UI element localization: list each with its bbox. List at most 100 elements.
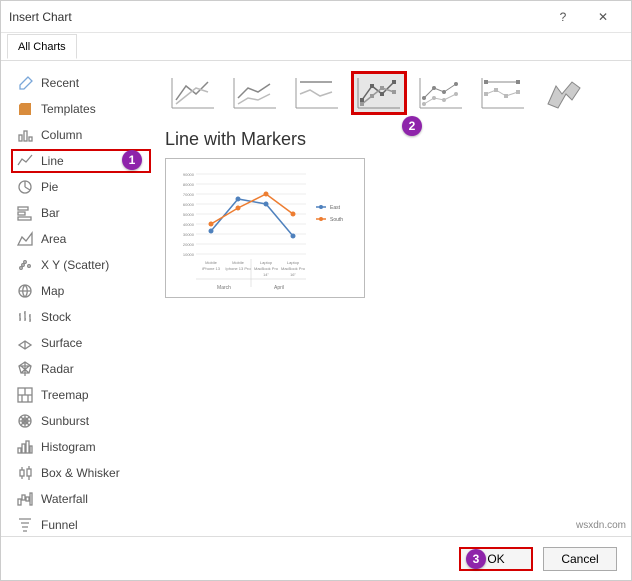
svg-text:80000: 80000 [183, 182, 195, 187]
svg-text:90000: 90000 [183, 172, 195, 177]
svg-text:Iphone 13 Pro: Iphone 13 Pro [225, 266, 251, 271]
scatter-icon [17, 257, 33, 273]
sidebar-item-label: Recent [41, 76, 79, 90]
sidebar-item-funnel[interactable]: Funnel [11, 513, 151, 536]
sidebar-item-label: Sunburst [41, 414, 89, 428]
svg-text:iPhone 13: iPhone 13 [202, 266, 221, 271]
sidebar-item-map[interactable]: Map [11, 279, 151, 303]
waterfall-icon [17, 491, 33, 507]
sidebar-item-label: Radar [41, 362, 74, 376]
subtype-100-stacked-line-markers[interactable] [475, 71, 531, 115]
recent-icon [17, 75, 33, 91]
pie-icon [17, 179, 33, 195]
watermark: wsxdn.com [576, 520, 626, 531]
sidebar-item-stock[interactable]: Stock [11, 305, 151, 329]
line-icon [17, 153, 33, 169]
sidebar-item-area[interactable]: Area [11, 227, 151, 251]
sidebar-item-label: X Y (Scatter) [41, 258, 109, 272]
sidebar-item-radar[interactable]: Radar [11, 357, 151, 381]
area-icon [17, 231, 33, 247]
svg-text:April: April [274, 285, 284, 291]
sidebar-item-label: Waterfall [41, 492, 88, 506]
svg-text:30000: 30000 [183, 232, 195, 237]
sidebar-item-boxwhisker[interactable]: Box & Whisker [11, 461, 151, 485]
svg-text:MacBook Pro: MacBook Pro [281, 266, 306, 271]
chart-preview[interactable]: 90000 80000 70000 60000 50000 40000 30000 20000… [165, 158, 365, 298]
sidebar-item-scatter[interactable]: X Y (Scatter) [11, 253, 151, 277]
dialog-body: Recent Templates Column Line Pie Bar [1, 61, 631, 536]
cancel-label: Cancel [561, 552, 598, 566]
sidebar-item-waterfall[interactable]: Waterfall [11, 487, 151, 511]
sidebar: Recent Templates Column Line Pie Bar [11, 71, 151, 528]
bar-icon [17, 205, 33, 221]
sidebar-item-label: Bar [41, 206, 60, 220]
boxwhisker-icon [17, 465, 33, 481]
content-pane: Line with Markers 90000 80000 70000 60000 50… [161, 71, 621, 528]
sidebar-item-bar[interactable]: Bar [11, 201, 151, 225]
tab-all-charts[interactable]: All Charts [7, 34, 77, 59]
map-icon [17, 283, 33, 299]
radar-icon [17, 361, 33, 377]
help-button[interactable]: ? [543, 10, 583, 24]
sidebar-item-histogram[interactable]: Histogram [11, 435, 151, 459]
sidebar-item-sunburst[interactable]: Sunburst [11, 409, 151, 433]
svg-text:Mobile: Mobile [232, 260, 245, 265]
sidebar-item-templates[interactable]: Templates [11, 97, 151, 121]
subtype-stacked-line[interactable] [227, 71, 283, 115]
sidebar-item-pie[interactable]: Pie [11, 175, 151, 199]
svg-text:50000: 50000 [183, 212, 195, 217]
insert-chart-dialog: Insert Chart ? ✕ All Charts Recent Templ… [0, 0, 632, 581]
ok-label: OK [487, 552, 504, 566]
subtype-3d-line[interactable] [537, 71, 593, 115]
sidebar-item-label: Funnel [41, 518, 78, 532]
sidebar-item-label: Map [41, 284, 64, 298]
svg-text:East: East [330, 205, 341, 211]
sidebar-item-label: Treemap [41, 388, 89, 402]
svg-text:MacBook Pro: MacBook Pro [254, 266, 279, 271]
column-icon [17, 127, 33, 143]
svg-text:14": 14" [263, 272, 269, 277]
svg-text:60000: 60000 [183, 202, 195, 207]
sidebar-item-label: Area [41, 232, 66, 246]
sidebar-item-label: Surface [41, 336, 82, 350]
sidebar-item-label: Pie [41, 180, 58, 194]
subtype-line-markers[interactable] [351, 71, 407, 115]
footer: OK Cancel [1, 536, 631, 580]
callout-2: 2 [402, 116, 422, 136]
sidebar-item-label: Line [41, 154, 64, 168]
svg-text:10000: 10000 [183, 252, 195, 257]
svg-text:70000: 70000 [183, 192, 195, 197]
sunburst-icon [17, 413, 33, 429]
svg-text:40000: 40000 [183, 222, 195, 227]
svg-text:Laptop: Laptop [260, 260, 273, 265]
funnel-icon [17, 517, 33, 533]
sidebar-item-column[interactable]: Column [11, 123, 151, 147]
svg-text:20000: 20000 [183, 242, 195, 247]
sidebar-item-recent[interactable]: Recent [11, 71, 151, 95]
subtype-100-stacked-line[interactable] [289, 71, 345, 115]
svg-text:March: March [217, 285, 231, 291]
stock-icon [17, 309, 33, 325]
sidebar-item-treemap[interactable]: Treemap [11, 383, 151, 407]
histogram-icon [17, 439, 33, 455]
tabstrip: All Charts [1, 33, 631, 61]
titlebar: Insert Chart ? ✕ [1, 1, 631, 33]
treemap-icon [17, 387, 33, 403]
subtype-line[interactable] [165, 71, 221, 115]
tab-label: All Charts [18, 41, 66, 53]
svg-text:Mobile: Mobile [205, 260, 218, 265]
sidebar-item-surface[interactable]: Surface [11, 331, 151, 355]
close-button[interactable]: ✕ [583, 10, 623, 24]
templates-icon [17, 101, 33, 117]
subtype-stacked-line-markers[interactable] [413, 71, 469, 115]
svg-text:Laptop: Laptop [287, 260, 300, 265]
callout-1: 1 [122, 150, 142, 170]
svg-text:16": 16" [290, 272, 296, 277]
sidebar-item-label: Box & Whisker [41, 466, 120, 480]
svg-text:South: South [330, 217, 343, 223]
sidebar-item-label: Histogram [41, 440, 96, 454]
cancel-button[interactable]: Cancel [543, 547, 617, 571]
dialog-title: Insert Chart [9, 10, 543, 24]
callout-3: 3 [466, 549, 486, 569]
subtype-title: Line with Markers [165, 129, 621, 150]
